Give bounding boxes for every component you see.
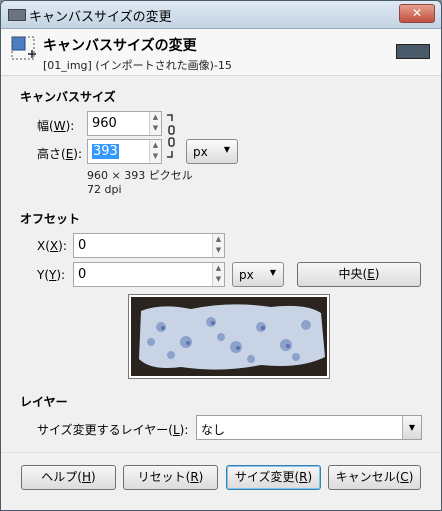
spin-up-icon[interactable]: ▲ [213,263,224,274]
canvas-size-icon [11,36,36,60]
height-input[interactable]: 393 ▲ ▼ [87,139,162,164]
spin-down-icon[interactable]: ▼ [150,123,161,134]
height-value: 393 [92,144,119,159]
dialog-heading: キャンバスサイズの変更 [43,38,197,54]
chevron-down-icon[interactable]: ▼ [402,416,421,439]
app-icon [8,9,26,21]
center-button[interactable]: 中央(E) [297,262,421,287]
spin-down-icon[interactable]: ▼ [213,245,224,256]
chevron-down-icon: ▼ [269,268,276,277]
spin-up-icon[interactable]: ▲ [213,234,224,245]
width-input[interactable]: 960 ▲ ▼ [87,111,162,136]
reset-button[interactable]: リセット(R) [123,465,218,490]
offset-x-spinner[interactable]: ▲ ▼ [212,234,224,257]
title-bar[interactable]: キャンバスサイズの変更 ✕ [1,1,441,29]
offset-unit-dropdown[interactable]: px ▼ [232,262,284,287]
image-name: [01_img] (インポートされた画像)-15 [43,59,232,72]
layers-section-title: レイヤー [20,395,68,409]
chain-link-icon[interactable] [165,113,177,159]
spin-up-icon[interactable]: ▲ [150,140,161,151]
preview-image [131,297,327,376]
width-label: 幅(W): [37,119,75,133]
window-title: キャンバスサイズの変更 [29,10,172,25]
pixel-size-info: 960 × 393 ピクセル [87,169,193,182]
height-label: 高さ(E): [37,147,83,161]
offset-x-value: 0 [78,238,87,253]
offset-section-title: オフセット [20,212,81,226]
offset-x-input[interactable]: 0 ▲ ▼ [73,233,225,258]
size-unit-dropdown[interactable]: px ▼ [186,139,238,164]
offset-unit-value: px [239,268,254,282]
width-spinner[interactable]: ▲ ▼ [149,112,161,135]
close-button[interactable]: ✕ [399,4,435,23]
width-value: 960 [92,116,117,131]
resize-layers-select[interactable]: なし ▼ [196,415,422,440]
offset-y-value: 0 [78,267,87,282]
offset-y-label: Y(Y): [37,268,66,282]
dialog-header: キャンバスサイズの変更 [01_img] (インポートされた画像)-15 [1,29,441,76]
cancel-button[interactable]: キャンセル(C) [328,465,421,490]
offset-y-spinner[interactable]: ▲ ▼ [212,263,224,286]
chevron-down-icon: ▼ [223,145,230,154]
image-thumbnail [396,44,430,59]
offset-x-label: X(X): [37,239,67,253]
canvas-size-dialog: キャンバスサイズの変更 ✕ キャンバスサイズの変更 [01_img] (インポー… [0,0,442,511]
resize-button[interactable]: サイズ変更(R) [226,465,321,490]
resize-layers-label: サイズ変更するレイヤー(L): [37,423,189,437]
preview-photo [131,297,327,376]
spin-down-icon[interactable]: ▼ [213,274,224,285]
resolution-info: 72 dpi [87,183,122,196]
resize-layers-value: なし [201,423,226,437]
divider [1,452,441,453]
canvas-size-section-title: キャンバスサイズ [20,90,116,104]
spin-up-icon[interactable]: ▲ [150,112,161,123]
spin-down-icon[interactable]: ▼ [150,151,161,162]
offset-y-input[interactable]: 0 ▲ ▼ [73,262,225,287]
size-unit-value: px [193,145,208,159]
height-spinner[interactable]: ▲ ▼ [149,140,161,163]
help-button[interactable]: ヘルプ(H) [21,465,116,490]
canvas-preview[interactable] [128,294,330,379]
